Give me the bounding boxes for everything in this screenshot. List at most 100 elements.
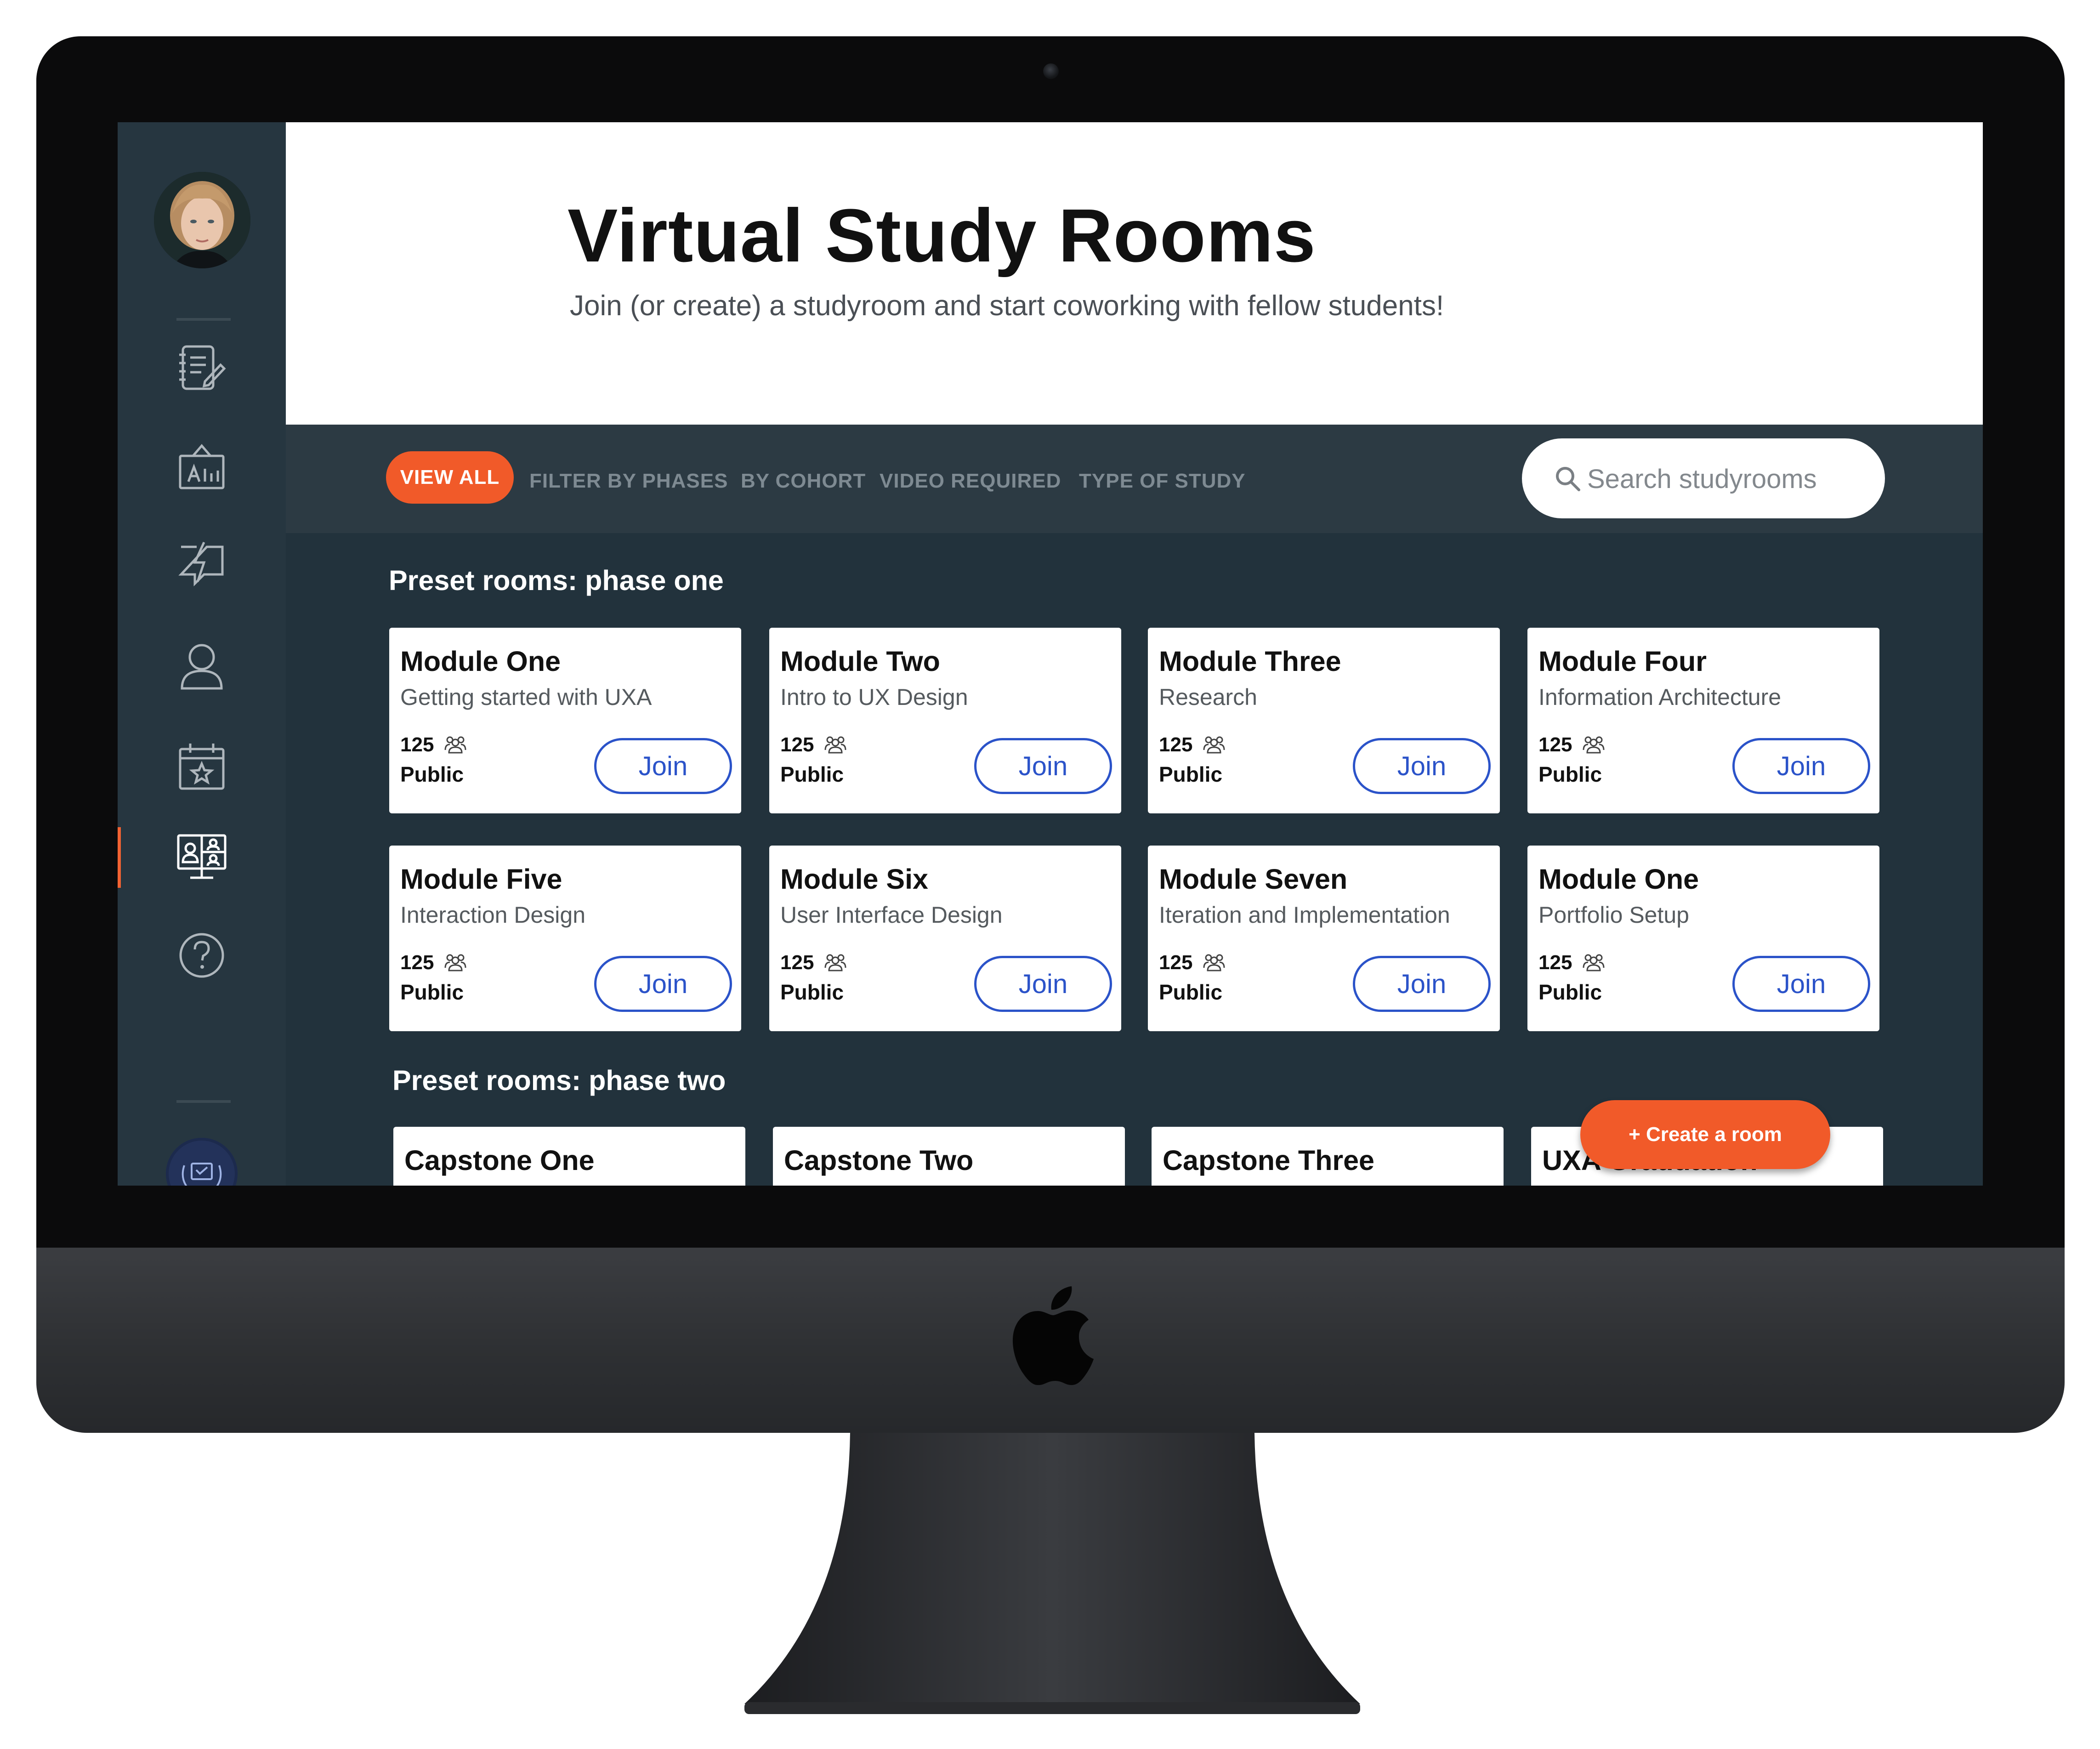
- room-card[interactable]: Capstone Two: [773, 1127, 1125, 1186]
- member-count: 125: [780, 951, 814, 974]
- sidebar-item-discussions[interactable]: [118, 525, 286, 594]
- room-card: Module Two Intro to UX Design 125 Public…: [769, 628, 1121, 813]
- filter-by-phases-tab[interactable]: FILTER BY PHASES: [529, 470, 728, 493]
- join-button[interactable]: Join: [1353, 956, 1491, 1012]
- search-icon: [1556, 467, 1580, 491]
- people-icon: [1203, 954, 1225, 971]
- people-icon: [1583, 736, 1605, 754]
- create-room-button[interactable]: + Create a room: [1580, 1100, 1830, 1169]
- join-button[interactable]: Join: [1353, 738, 1491, 794]
- room-subtitle: Interaction Design: [400, 902, 586, 928]
- room-title: Module Four: [1538, 646, 1707, 677]
- visibility-label: Public: [1538, 980, 1602, 1004]
- sidebar-item-events[interactable]: [118, 728, 286, 797]
- sidebar-item-board[interactable]: [118, 429, 286, 498]
- member-count: 125: [1159, 733, 1193, 756]
- room-card: Module One Getting started with UXA 125 …: [389, 628, 741, 813]
- section-title-phase-one: Preset rooms: phase one: [389, 565, 724, 596]
- people-icon: [824, 736, 846, 754]
- join-button[interactable]: Join: [974, 738, 1112, 794]
- visibility-label: Public: [780, 980, 844, 1004]
- visibility-label: Public: [400, 762, 464, 786]
- room-title: Capstone Two: [784, 1145, 974, 1176]
- view-all-button[interactable]: VIEW ALL: [386, 451, 514, 504]
- room-card: Module Five Interaction Design 125 Publi…: [389, 846, 741, 1031]
- avatar[interactable]: [154, 172, 250, 268]
- room-title: Module Two: [780, 646, 940, 677]
- join-button[interactable]: Join: [974, 956, 1112, 1012]
- monitor-stand: [744, 1433, 1360, 1714]
- member-count: 125: [1159, 951, 1193, 974]
- notebook-icon: [179, 345, 226, 390]
- filter-bar: VIEW ALL FILTER BY PHASES BY COHORT VIDE…: [286, 425, 1983, 533]
- user-icon: [181, 644, 223, 690]
- lightning-chat-icon: [178, 541, 224, 587]
- room-subtitle: Intro to UX Design: [780, 684, 968, 710]
- people-icon: [824, 954, 846, 971]
- sidebar-item-profile[interactable]: [118, 628, 286, 697]
- visibility-label: Public: [1159, 980, 1223, 1004]
- room-title: Capstone One: [404, 1145, 595, 1176]
- room-card[interactable]: Capstone One: [393, 1127, 745, 1186]
- search-box[interactable]: [1522, 438, 1885, 518]
- active-indicator: [118, 827, 121, 888]
- sidebar-divider: [176, 1100, 231, 1103]
- room-card: Module Seven Iteration and Implementatio…: [1148, 846, 1500, 1031]
- room-card: Module Four Information Architecture 125…: [1527, 628, 1879, 813]
- room-card: Module Three Research 125 Public Join: [1148, 628, 1500, 813]
- filter-video-required-tab[interactable]: VIDEO REQUIRED: [880, 470, 1061, 493]
- page-title: Virtual Study Rooms: [568, 193, 1316, 278]
- room-card: Module Six User Interface Design 125 Pub…: [769, 846, 1121, 1031]
- app-screen: Virtual Study Rooms Join (or create) a s…: [118, 122, 1983, 1186]
- join-button[interactable]: Join: [1732, 956, 1870, 1012]
- award-badge-icon[interactable]: [166, 1138, 238, 1186]
- join-button[interactable]: Join: [1732, 738, 1870, 794]
- join-button[interactable]: Join: [594, 738, 732, 794]
- room-subtitle: Portfolio Setup: [1538, 902, 1689, 928]
- room-card[interactable]: Capstone Three: [1152, 1127, 1504, 1186]
- room-title: Module Five: [400, 863, 562, 895]
- people-icon: [1583, 954, 1605, 971]
- people-icon: [444, 954, 466, 971]
- page-header: Virtual Study Rooms Join (or create) a s…: [286, 122, 1983, 425]
- avatar-portrait: [154, 172, 250, 268]
- sidebar-divider: [176, 318, 231, 321]
- calendar-star-icon: [179, 744, 225, 790]
- room-subtitle: Information Architecture: [1538, 684, 1782, 710]
- room-subtitle: Research: [1159, 684, 1257, 710]
- room-subtitle: User Interface Design: [780, 902, 1003, 928]
- room-title: Module Seven: [1159, 863, 1348, 895]
- room-title: Capstone Three: [1163, 1145, 1374, 1176]
- room-subtitle: Getting started with UXA: [400, 684, 652, 710]
- people-icon: [444, 736, 466, 754]
- help-icon: [179, 933, 224, 978]
- sidebar-item-study-rooms[interactable]: [118, 819, 286, 888]
- member-count: 125: [780, 733, 814, 756]
- visibility-label: Public: [400, 980, 464, 1004]
- filter-by-cohort-tab[interactable]: BY COHORT: [741, 470, 866, 493]
- member-count: 125: [1538, 733, 1572, 756]
- member-count: 125: [1538, 951, 1572, 974]
- visibility-label: Public: [1159, 762, 1223, 786]
- search-input[interactable]: [1586, 453, 1873, 505]
- join-button[interactable]: Join: [594, 956, 732, 1012]
- visibility-label: Public: [780, 762, 844, 786]
- webcam-icon: [1043, 63, 1059, 79]
- laurel-icon: [182, 1163, 222, 1186]
- whiteboard-icon: [179, 444, 225, 489]
- study-room-icon: [177, 834, 227, 879]
- visibility-label: Public: [1538, 762, 1602, 786]
- member-count: 125: [400, 951, 434, 974]
- room-title: Module One: [400, 646, 561, 677]
- section-title-phase-two: Preset rooms: phase two: [392, 1065, 726, 1096]
- people-icon: [1203, 736, 1225, 754]
- room-title: Module One: [1538, 863, 1699, 895]
- sidebar-item-help[interactable]: [118, 917, 286, 986]
- room-card: Module One Portfolio Setup 125 Public Jo…: [1527, 846, 1879, 1031]
- room-title: Module Six: [780, 863, 928, 895]
- filter-type-of-study-tab[interactable]: TYPE OF STUDY: [1079, 470, 1246, 493]
- sidebar: [118, 122, 286, 1186]
- room-subtitle: Iteration and Implementation: [1159, 902, 1450, 928]
- sidebar-item-notes[interactable]: [118, 330, 286, 399]
- apple-logo-icon: [1012, 1286, 1094, 1386]
